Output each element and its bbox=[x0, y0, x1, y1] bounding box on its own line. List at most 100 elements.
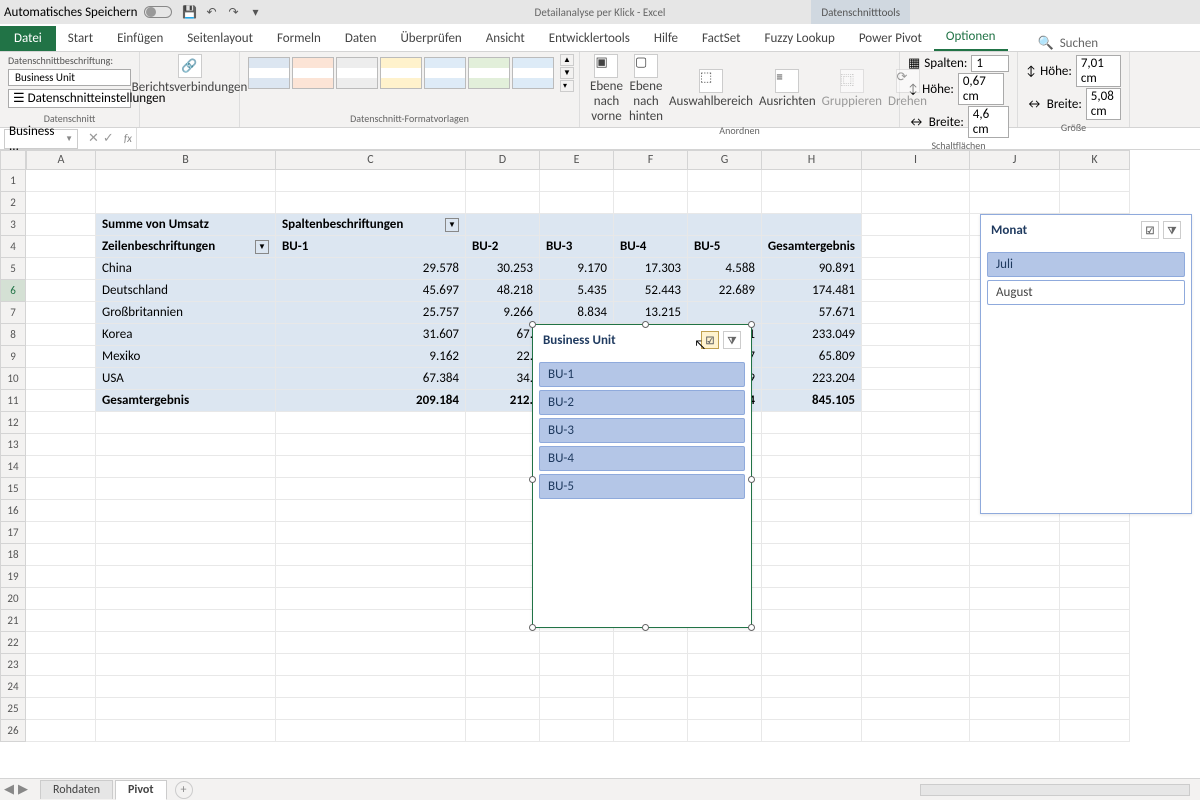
tab-help[interactable]: Hilfe bbox=[642, 26, 690, 51]
cell-D25[interactable] bbox=[466, 698, 540, 720]
cell-H18[interactable] bbox=[762, 544, 862, 566]
styles-more-icon[interactable]: ▾ bbox=[560, 80, 574, 92]
name-box[interactable]: Business ...▼ bbox=[4, 129, 78, 149]
cell-I3[interactable] bbox=[862, 214, 970, 236]
cell-H15[interactable] bbox=[762, 478, 862, 500]
cell-I21[interactable] bbox=[862, 610, 970, 632]
cell-H26[interactable] bbox=[762, 720, 862, 742]
row-header-4[interactable]: 4 bbox=[0, 236, 26, 258]
toggle-off-icon[interactable] bbox=[144, 6, 172, 18]
cell-H5[interactable]: 90.891 bbox=[762, 258, 862, 280]
cell-C7[interactable]: 25.757 bbox=[276, 302, 466, 324]
cell-C23[interactable] bbox=[276, 654, 466, 676]
cell-D9[interactable]: 22. bbox=[466, 346, 540, 368]
slicer-style-5[interactable] bbox=[424, 57, 466, 89]
cell-I13[interactable] bbox=[862, 434, 970, 456]
cell-A13[interactable] bbox=[26, 434, 96, 456]
cell-D4[interactable]: BU-2 bbox=[466, 236, 540, 258]
cell-I25[interactable] bbox=[862, 698, 970, 720]
row-header-22[interactable]: 22 bbox=[0, 632, 26, 654]
cell-E2[interactable] bbox=[540, 192, 614, 214]
multiselect-icon[interactable]: ☑ bbox=[1141, 221, 1159, 239]
cell-C15[interactable] bbox=[276, 478, 466, 500]
cell-J26[interactable] bbox=[970, 720, 1060, 742]
cell-E23[interactable] bbox=[540, 654, 614, 676]
cell-J2[interactable] bbox=[970, 192, 1060, 214]
cell-G26[interactable] bbox=[688, 720, 762, 742]
cell-F26[interactable] bbox=[614, 720, 688, 742]
search-box[interactable]: 🔍 Suchen bbox=[1038, 36, 1099, 51]
cell-D12[interactable] bbox=[466, 412, 540, 434]
cell-J19[interactable] bbox=[970, 566, 1060, 588]
cell-H7[interactable]: 57.671 bbox=[762, 302, 862, 324]
slicer-style-7[interactable] bbox=[512, 57, 554, 89]
cell-A14[interactable] bbox=[26, 456, 96, 478]
row-header-14[interactable]: 14 bbox=[0, 456, 26, 478]
cell-C5[interactable]: 29.578 bbox=[276, 258, 466, 280]
cell-B17[interactable] bbox=[96, 522, 276, 544]
new-sheet-button[interactable]: + bbox=[175, 781, 193, 799]
cell-J18[interactable] bbox=[970, 544, 1060, 566]
cell-K17[interactable] bbox=[1060, 522, 1130, 544]
slicer-style-2[interactable] bbox=[292, 57, 334, 89]
col-header-A[interactable]: A bbox=[26, 150, 96, 170]
slicer-business-unit[interactable]: Business Unit ☑ ⧩ BU-1 BU-2 BU-3 BU-4 BU… bbox=[532, 324, 752, 628]
bring-forward-button[interactable]: ▣Ebene nach vorne bbox=[588, 54, 625, 124]
cell-G6[interactable]: 22.689 bbox=[688, 280, 762, 302]
cell-D11[interactable]: 212. bbox=[466, 390, 540, 412]
cell-A16[interactable] bbox=[26, 500, 96, 522]
cell-G5[interactable]: 4.588 bbox=[688, 258, 762, 280]
prev-sheet-icon[interactable]: ◀ bbox=[4, 782, 14, 797]
row-header-9[interactable]: 9 bbox=[0, 346, 26, 368]
cell-D1[interactable] bbox=[466, 170, 540, 192]
cell-H12[interactable] bbox=[762, 412, 862, 434]
cell-E4[interactable]: BU-3 bbox=[540, 236, 614, 258]
cell-K19[interactable] bbox=[1060, 566, 1130, 588]
col-header-F[interactable]: F bbox=[614, 150, 688, 170]
tab-pagelayout[interactable]: Seitenlayout bbox=[175, 26, 265, 51]
cell-A10[interactable] bbox=[26, 368, 96, 390]
tab-insert[interactable]: Einfügen bbox=[105, 26, 175, 51]
cell-I18[interactable] bbox=[862, 544, 970, 566]
cell-H20[interactable] bbox=[762, 588, 862, 610]
cell-A22[interactable] bbox=[26, 632, 96, 654]
row-header-10[interactable]: 10 bbox=[0, 368, 26, 390]
slicer-style-4[interactable] bbox=[380, 57, 422, 89]
col-header-I[interactable]: I bbox=[862, 150, 970, 170]
cell-F6[interactable]: 52.443 bbox=[614, 280, 688, 302]
cell-I2[interactable] bbox=[862, 192, 970, 214]
cell-H8[interactable]: 233.049 bbox=[762, 324, 862, 346]
cell-D19[interactable] bbox=[466, 566, 540, 588]
cell-K26[interactable] bbox=[1060, 720, 1130, 742]
cell-D8[interactable]: 67. bbox=[466, 324, 540, 346]
cell-E1[interactable] bbox=[540, 170, 614, 192]
cell-B8[interactable]: Korea bbox=[96, 324, 276, 346]
cell-B6[interactable]: Deutschland bbox=[96, 280, 276, 302]
cell-H2[interactable] bbox=[762, 192, 862, 214]
save-icon[interactable]: 💾 bbox=[182, 4, 198, 20]
cell-D23[interactable] bbox=[466, 654, 540, 676]
cell-H14[interactable] bbox=[762, 456, 862, 478]
cell-G3[interactable] bbox=[688, 214, 762, 236]
cell-D16[interactable] bbox=[466, 500, 540, 522]
tab-options[interactable]: Optionen bbox=[934, 24, 1008, 51]
cell-F25[interactable] bbox=[614, 698, 688, 720]
cell-B21[interactable] bbox=[96, 610, 276, 632]
cell-C12[interactable] bbox=[276, 412, 466, 434]
cell-D7[interactable]: 9.266 bbox=[466, 302, 540, 324]
cell-I9[interactable] bbox=[862, 346, 970, 368]
cell-I14[interactable] bbox=[862, 456, 970, 478]
cell-D13[interactable] bbox=[466, 434, 540, 456]
cell-B20[interactable] bbox=[96, 588, 276, 610]
cell-G4[interactable]: BU-5 bbox=[688, 236, 762, 258]
cell-A5[interactable] bbox=[26, 258, 96, 280]
tab-start[interactable]: Start bbox=[56, 26, 105, 51]
row-header-13[interactable]: 13 bbox=[0, 434, 26, 456]
col-header-E[interactable]: E bbox=[540, 150, 614, 170]
cell-H9[interactable]: 65.809 bbox=[762, 346, 862, 368]
row-header-8[interactable]: 8 bbox=[0, 324, 26, 346]
cell-H16[interactable] bbox=[762, 500, 862, 522]
cell-F1[interactable] bbox=[614, 170, 688, 192]
cell-I6[interactable] bbox=[862, 280, 970, 302]
col-header-H[interactable]: H bbox=[762, 150, 862, 170]
